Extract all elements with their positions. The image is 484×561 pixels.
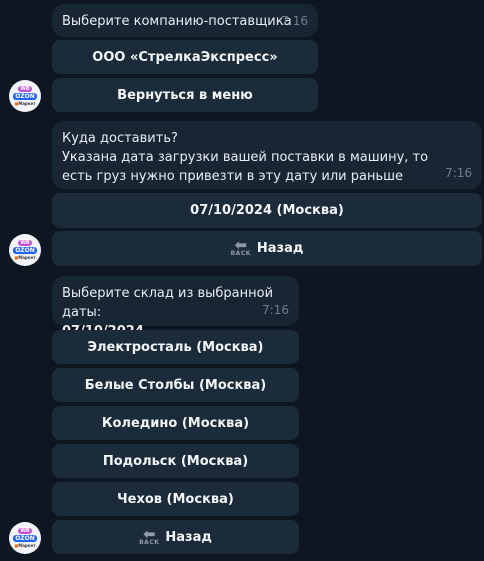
avatar-wb-logo: WB: [18, 240, 32, 246]
button-label: Электросталь (Москва): [87, 339, 264, 355]
button-label: Коледино (Москва): [101, 415, 250, 431]
avatar-ozon-logo: OZON: [13, 535, 37, 542]
bot-avatar[interactable]: WB OZON ■Маркет: [9, 234, 41, 266]
message-text: Выберите склад из выбранной даты:: [62, 286, 274, 320]
button-label: Вернуться в меню: [117, 87, 253, 103]
message-time: 7:16: [262, 303, 289, 317]
message-time: 7:16: [281, 14, 308, 28]
message-text: Выберите компанию-поставщика: [62, 14, 292, 29]
avatar-market-logo: ■Маркет: [14, 255, 36, 260]
back-button[interactable]: ⬅ BACK Назад: [52, 520, 299, 554]
back-button[interactable]: ⬅ BACK Назад: [52, 231, 482, 266]
bot-avatar[interactable]: WB OZON ■Маркет: [9, 522, 41, 554]
bot-avatar[interactable]: WB OZON ■Маркет: [9, 80, 41, 112]
message-bubble-company-select: Выберите компанию-поставщика 7:16: [52, 4, 318, 37]
button-label: 07/10/2024 (Москва): [190, 203, 344, 218]
message-bubble-warehouse-select: Выберите склад из выбранной даты: 07/10/…: [52, 276, 299, 339]
warehouse-koledino-button[interactable]: Коледино (Москва): [52, 406, 299, 440]
back-arrow-icon: ⬅ BACK: [230, 236, 251, 257]
button-label: Белые Столбы (Москва): [84, 377, 267, 393]
message-title: Куда доставить?: [62, 131, 178, 146]
avatar-wb-logo: WB: [18, 528, 32, 534]
avatar-market-logo: ■Маркет: [14, 543, 36, 548]
button-label: Подольск (Москва): [102, 453, 249, 469]
message-bubble-delivery: Куда доставить? Указана дата загрузки ва…: [52, 121, 482, 189]
button-label: ООО «СтрелкаЭкспресс»: [92, 49, 278, 65]
company-strelka-express-button[interactable]: ООО «СтрелкаЭкспресс»: [52, 40, 318, 74]
warehouse-belye-stolby-button[interactable]: Белые Столбы (Москва): [52, 368, 299, 402]
button-label: Назад: [165, 529, 212, 545]
delivery-date-button[interactable]: 07/10/2024 (Москва): [52, 193, 482, 228]
avatar-ozon-logo: OZON: [13, 93, 37, 100]
avatar-wb-logo: WB: [18, 86, 32, 92]
button-label: Чехов (Москва): [117, 491, 234, 507]
back-arrow-icon: ⬅ BACK: [139, 524, 160, 546]
message-text: Указана дата загрузки вашей поставки в м…: [62, 150, 429, 184]
message-time: 7:16: [445, 166, 472, 180]
back-to-menu-button[interactable]: Вернуться в меню: [52, 78, 318, 112]
warehouse-chekhov-button[interactable]: Чехов (Москва): [52, 482, 299, 516]
avatar-market-logo: ■Маркет: [14, 101, 36, 106]
button-label: Назад: [256, 241, 304, 256]
warehouse-podolsk-button[interactable]: Подольск (Москва): [52, 444, 299, 478]
avatar-ozon-logo: OZON: [13, 247, 37, 254]
warehouse-elektrostal-button[interactable]: Электросталь (Москва): [52, 330, 299, 364]
